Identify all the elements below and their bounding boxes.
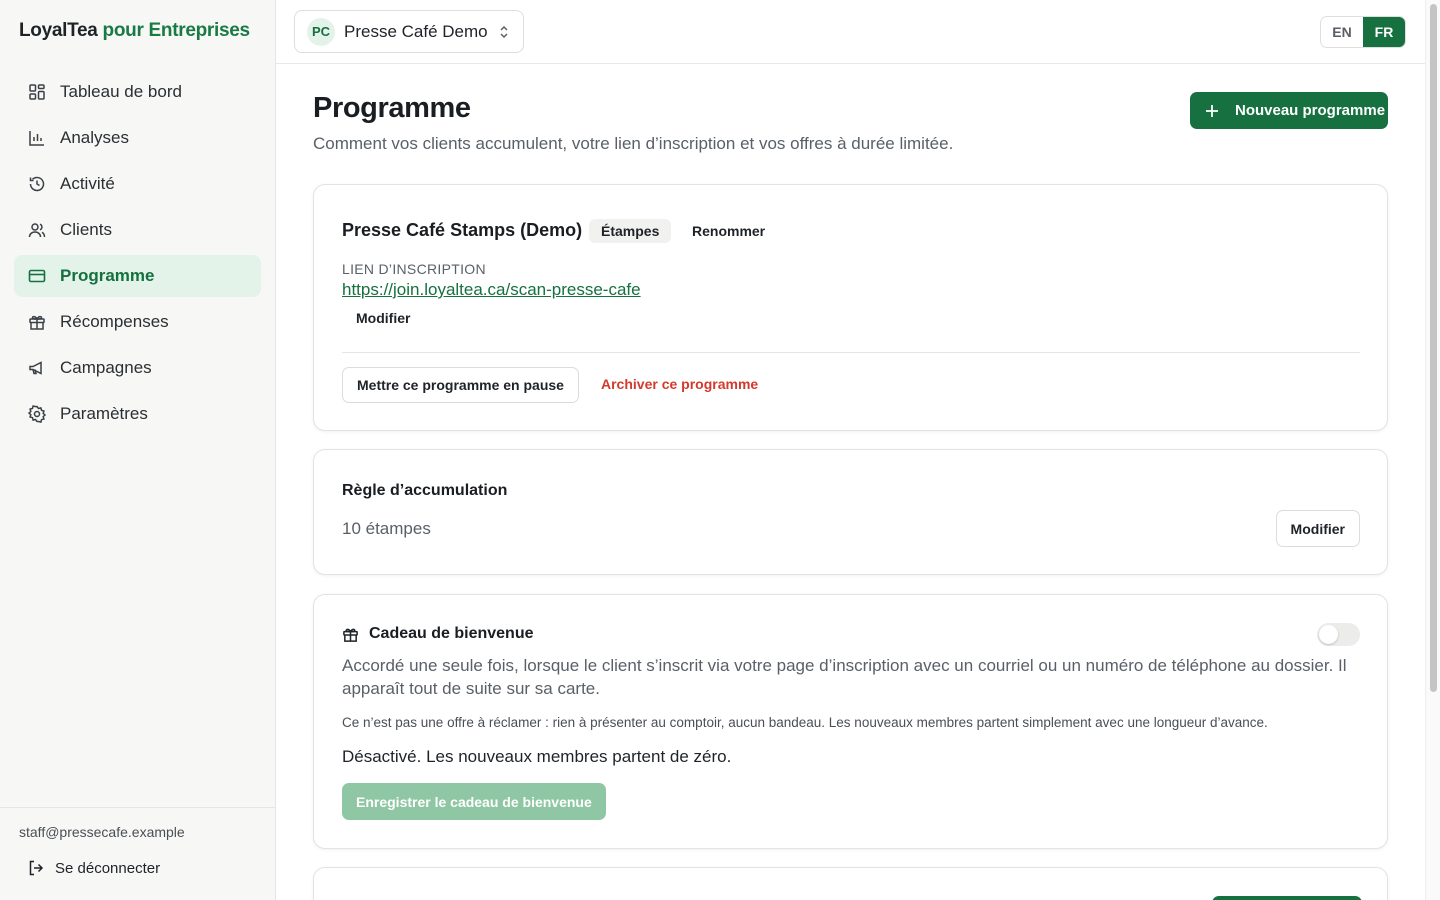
new-program-label: Nouveau programme	[1235, 102, 1386, 119]
sidebar-item-rewards[interactable]: Récompenses	[14, 301, 261, 343]
sidebar: LoyalTea pour Entreprises Tableau de bor…	[0, 0, 276, 900]
archive-program-button[interactable]: Archiver ce programme	[601, 376, 758, 392]
edit-signup-link-button[interactable]: Modifier	[356, 310, 410, 326]
gift-icon	[28, 313, 46, 331]
brand-logo[interactable]: LoyalTea pour Entreprises	[19, 20, 250, 42]
sidebar-item-analytics[interactable]: Analyses	[14, 117, 261, 159]
sidebar-nav: Tableau de bord Analyses Activité Client…	[14, 71, 261, 439]
gear-icon	[28, 405, 46, 423]
topbar: PC Presse Café Demo EN FR	[276, 0, 1425, 64]
pause-program-button[interactable]: Mettre ce programme en pause	[342, 367, 579, 403]
sidebar-item-dashboard[interactable]: Tableau de bord	[14, 71, 261, 113]
card-icon	[28, 267, 46, 285]
lang-fr-button[interactable]: FR	[1363, 17, 1405, 47]
sidebar-item-programme[interactable]: Programme	[14, 255, 261, 297]
welcome-gift-status: Désactivé. Les nouveaux membres partent …	[342, 747, 732, 766]
brand-suffix: pour Entreprises	[102, 20, 251, 41]
save-welcome-gift-button[interactable]: Enregistrer le cadeau de bienvenue	[342, 783, 606, 820]
welcome-gift-card: Cadeau de bienvenue Accordé une seule fo…	[313, 594, 1388, 849]
sidebar-item-label: Campagnes	[60, 358, 152, 377]
accumulation-rule-card: Règle d’accumulation 10 étampes Modifier	[313, 449, 1388, 575]
logout-label: Se déconnecter	[55, 859, 161, 877]
toggle-knob	[1319, 625, 1338, 644]
language-toggle: EN FR	[1320, 16, 1406, 48]
program-card: Presse Café Stamps (Demo) Étampes Renomm…	[313, 184, 1388, 431]
logout-button[interactable]: Se déconnecter	[27, 859, 160, 877]
welcome-gift-toggle[interactable]	[1317, 623, 1360, 646]
sidebar-item-label: Tableau de bord	[60, 82, 182, 101]
megaphone-icon	[28, 359, 46, 377]
edit-accumulation-button[interactable]: Modifier	[1275, 510, 1360, 547]
org-avatar: PC	[307, 17, 335, 46]
sidebar-item-label: Paramètres	[60, 404, 148, 423]
gift-icon	[343, 628, 358, 642]
signup-link-label: LIEN D’INSCRIPTION	[342, 261, 486, 277]
lang-en-button[interactable]: EN	[1321, 17, 1363, 47]
welcome-gift-header: Cadeau de bienvenue	[342, 625, 534, 643]
sidebar-item-label: Analyses	[60, 128, 129, 147]
org-switcher[interactable]: PC Presse Café Demo	[294, 10, 524, 53]
welcome-gift-title: Cadeau de bienvenue	[369, 625, 534, 642]
scrollbar-thumb[interactable]	[1430, 4, 1437, 692]
welcome-gift-description: Accordé une seule fois, lorsque le clien…	[342, 656, 1347, 698]
chevron-up-down-icon	[500, 25, 508, 39]
sidebar-item-label: Activité	[60, 174, 115, 193]
logout-icon	[29, 860, 44, 876]
accumulation-rule-title: Règle d’accumulation	[342, 482, 508, 499]
accumulation-rule-value: 10 étampes	[342, 519, 431, 538]
next-card-button[interactable]	[1212, 896, 1362, 900]
org-name: Presse Café Demo	[344, 21, 488, 41]
plus-icon	[1206, 104, 1218, 117]
sidebar-item-label: Programme	[60, 266, 155, 285]
sidebar-item-clients[interactable]: Clients	[14, 209, 261, 251]
bar-chart-icon	[28, 129, 46, 147]
program-type-badge: Étampes	[589, 219, 672, 243]
users-icon	[28, 221, 46, 239]
new-program-button[interactable]: Nouveau programme	[1190, 92, 1388, 129]
sidebar-item-label: Récompenses	[60, 312, 169, 331]
sidebar-item-activity[interactable]: Activité	[14, 163, 261, 205]
sidebar-item-campaigns[interactable]: Campagnes	[14, 347, 261, 389]
page-title: Programme	[313, 92, 471, 124]
sidebar-footer: staff@pressecafe.example Se déconnecter	[0, 807, 276, 900]
page-subtitle: Comment vos clients accumulent, votre li…	[313, 134, 954, 153]
user-email: staff@pressecafe.example	[19, 824, 185, 840]
history-icon	[28, 175, 46, 193]
next-card	[313, 867, 1388, 900]
sidebar-item-settings[interactable]: Paramètres	[14, 393, 261, 435]
signup-link[interactable]: https://join.loyaltea.ca/scan-presse-caf…	[342, 280, 641, 300]
divider	[342, 352, 1360, 353]
welcome-gift-note: Ce n’est pas une offre à réclamer : rien…	[342, 715, 1268, 730]
program-name: Presse Café Stamps (Demo)	[342, 220, 583, 240]
sidebar-item-label: Clients	[60, 220, 112, 239]
page-scrollbar[interactable]	[1425, 0, 1440, 900]
rename-button[interactable]: Renommer	[692, 223, 765, 239]
brand-name: LoyalTea	[19, 20, 98, 41]
dashboard-icon	[28, 83, 46, 101]
